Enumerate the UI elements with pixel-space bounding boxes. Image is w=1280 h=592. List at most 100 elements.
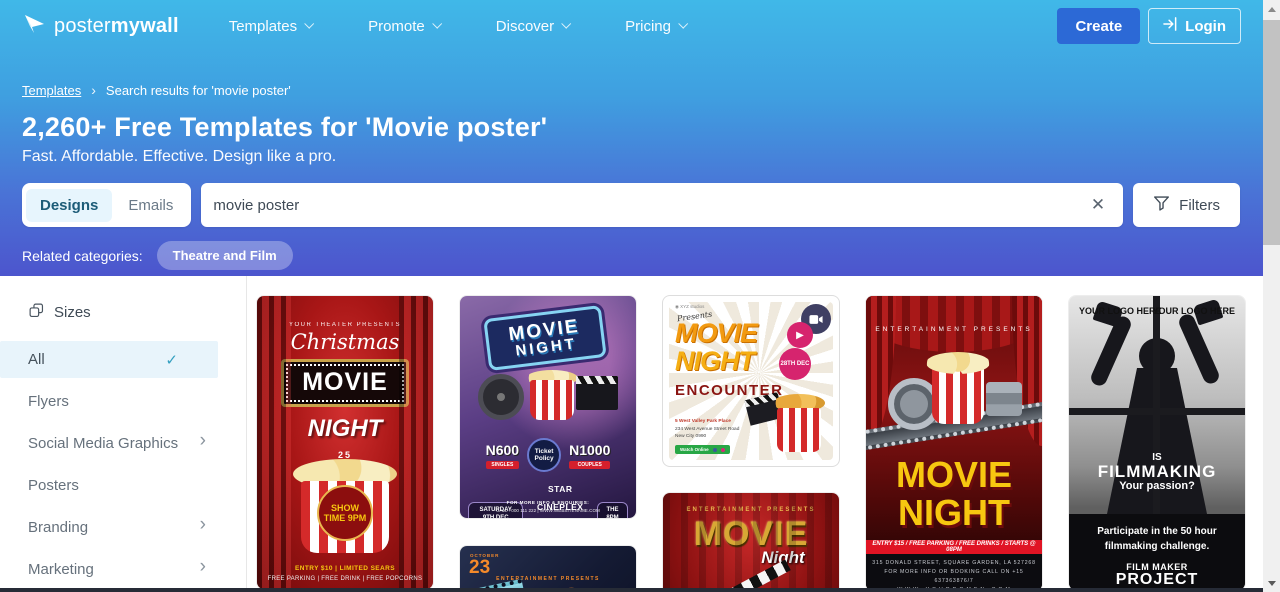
poster-price-singles: N600 — [486, 442, 519, 458]
tab-designs[interactable]: Designs — [26, 189, 112, 222]
grid-column-4: ENTERTAINMENT PRESENTS MOVIE NIGHT ENTRY… — [866, 296, 1042, 591]
chevron-right-icon: › — [200, 515, 206, 534]
sidebar-item-all[interactable]: All ✓ — [0, 341, 218, 378]
chevron-right-icon: › — [200, 431, 206, 450]
poster-studio-logo: ◉ XYZ studios — [675, 304, 704, 310]
poster-presents-text: ENTERTAINMENT PRESENTS — [866, 326, 1042, 333]
poster-date-badge: 28TH DEC — [779, 348, 811, 380]
arrow-down-icon — [1268, 581, 1276, 586]
film-reel-decor — [478, 374, 524, 420]
clear-search-button[interactable]: ✕ — [1085, 191, 1111, 219]
chevron-down-icon — [678, 18, 688, 28]
page-title: 2,260+ Free Templates for 'Movie poster' — [22, 112, 547, 143]
results-area: Sizes All ✓ Flyers Social Media Graphics… — [0, 276, 1263, 592]
template-thumbnail-movie-night-encounter[interactable]: ◉ XYZ studios Presents MOVIE NIGHT ENCOU… — [663, 296, 839, 466]
breadcrumb-current: Search results for 'movie poster' — [106, 83, 291, 98]
nav-menu: Templates Promote Discover Pricing — [229, 18, 686, 35]
clapperboard-decor — [576, 376, 618, 410]
nav-item-pricing[interactable]: Pricing — [625, 18, 686, 35]
poster-logo-placeholder: YOUR LOGO HERE — [1152, 306, 1235, 316]
login-arrow-icon — [1163, 17, 1178, 35]
funnel-icon — [1153, 195, 1170, 215]
scroll-up-button[interactable] — [1263, 0, 1280, 18]
poster-prices-row: N600SINGLES Ticket Policy N1000COUPLES — [460, 438, 636, 472]
chevron-down-icon — [304, 18, 314, 28]
chevron-down-icon — [561, 18, 571, 28]
search-type-tabs: Designs Emails — [22, 183, 191, 227]
top-actions: Create Login — [1057, 8, 1241, 44]
poster-showtime-badge: SHOW TIME 9PM — [317, 485, 373, 541]
vertical-scrollbar[interactable] — [1263, 0, 1280, 592]
poster-presents-text: YOUR THEATER PRESENTS — [257, 322, 433, 328]
grid-column-1: YOUR THEATER PRESENTS Christmas MOVIE NI… — [257, 296, 433, 589]
nav-item-promote[interactable]: Promote — [368, 18, 440, 35]
poster-subtitle: NIGHT — [675, 346, 754, 377]
checkmark-icon: ✓ — [165, 351, 178, 369]
popcorn-bucket-decor — [932, 366, 984, 424]
bottom-divider — [0, 588, 1263, 592]
sidebar-header: Sizes — [28, 302, 246, 323]
arrow-up-icon — [1268, 7, 1276, 12]
page-subtitle: Fast. Affordable. Effective. Design like… — [22, 148, 336, 166]
sidebar-item-flyers[interactable]: Flyers — [0, 383, 246, 420]
template-thumbnail-christmas-movie-night[interactable]: YOUR THEATER PRESENTS Christmas MOVIE NI… — [257, 296, 433, 589]
template-thumbnail-filmmaking-project[interactable]: YOUR LOGO HERE YOUR LOGO HERE IS FILMMAK… — [1069, 296, 1245, 590]
poster-question-line2: FILMMAKING — [1069, 462, 1245, 482]
breadcrumb-separator: › — [91, 82, 96, 98]
sidebar-item-marketing[interactable]: Marketing › — [0, 551, 246, 588]
tab-emails[interactable]: Emails — [114, 189, 187, 222]
create-button[interactable]: Create — [1057, 8, 1140, 44]
breadcrumb: Templates › Search results for 'movie po… — [22, 82, 291, 98]
nav-item-templates[interactable]: Templates — [229, 18, 312, 35]
search-row: Designs Emails ✕ Filters — [22, 183, 1240, 227]
scrollbar-thumb[interactable] — [1263, 20, 1280, 245]
play-icon: ▶ — [787, 322, 813, 348]
marquee-sign-decor: MOVIE NIGHT — [483, 305, 606, 371]
scroll-down-button[interactable] — [1263, 574, 1280, 592]
popcorn-decor — [926, 352, 990, 374]
poster-footer: Participate in the 50 hourfilmmaking cha… — [1069, 514, 1245, 590]
sidebar-item-posters[interactable]: Posters — [0, 467, 246, 504]
popcorn-bucket-decor — [530, 380, 574, 420]
related-categories: Related categories: Theatre and Film — [22, 241, 293, 270]
poster-brand-line2: PROJECT — [1069, 571, 1245, 589]
poster-title: MOVIE — [866, 454, 1042, 496]
related-pill-theatre-and-film[interactable]: Theatre and Film — [157, 241, 293, 270]
poster-price-couples-label: COUPLES — [569, 461, 610, 469]
sidebar-item-branding[interactable]: Branding › — [0, 509, 246, 546]
poster-info-line: FOR MORE INFO & ENQUIRIES: — [460, 500, 636, 505]
hero-header: postermywall Templates Promote Discover … — [0, 0, 1263, 276]
film-cans-decor — [986, 382, 1022, 416]
poster-footer: 315 DONALD STREET, SQUARE GARDEN, LA 527… — [866, 554, 1042, 591]
popcorn-bucket-decor — [777, 408, 821, 452]
sidebar-item-social-media-graphics[interactable]: Social Media Graphics › — [0, 425, 246, 462]
poster-contact-line: CALL : 000 111 222 | WWW.WEBSITENAME.COM — [460, 508, 636, 513]
curtain-decor — [866, 296, 896, 446]
search-box: ✕ — [201, 183, 1123, 227]
poster-subtitle: NIGHT — [866, 492, 1042, 534]
poster-address: 5 West Valley Park Place 234 West Avenue… — [675, 418, 739, 440]
filters-button[interactable]: Filters — [1133, 183, 1240, 227]
poster-question-line3: Your passion? — [1069, 480, 1245, 492]
login-button[interactable]: Login — [1148, 8, 1241, 44]
template-thumbnail-halloween-movie[interactable]: OCTOBER 23 ENTERTAINMENT PRESENTS HALLOW… — [460, 546, 636, 592]
grid-column-5: YOUR LOGO HERE YOUR LOGO HERE IS FILMMAK… — [1069, 296, 1245, 590]
template-thumbnail-red-movie-night[interactable]: ENTERTAINMENT PRESENTS MOVIE Night — [663, 493, 839, 592]
poster-watch-online-badge: Watch Online — [675, 445, 730, 454]
poster-price-couples: N1000 — [569, 442, 610, 458]
template-thumbnail-movie-night-yellow[interactable]: ENTERTAINMENT PRESENTS MOVIE NIGHT ENTRY… — [866, 296, 1042, 591]
page: postermywall Templates Promote Discover … — [0, 0, 1263, 592]
brand-logo[interactable]: postermywall — [22, 12, 179, 41]
facebook-dot-icon — [713, 448, 717, 452]
paper-plane-icon — [22, 12, 46, 41]
instagram-dot-icon — [721, 448, 725, 452]
template-thumbnail-purple-movie-night[interactable]: MOVIE NIGHT N600SINGLES Ticket Policy N1… — [460, 296, 636, 518]
breadcrumb-templates-link[interactable]: Templates — [22, 83, 81, 98]
search-input[interactable] — [213, 197, 1085, 214]
brand-name: postermywall — [54, 15, 179, 38]
poster-ticket-policy: Ticket Policy — [527, 438, 561, 472]
window-frame-decor — [1069, 408, 1245, 415]
poster-title: MOVIE — [281, 359, 409, 407]
grid-column-3: ◉ XYZ studios Presents MOVIE NIGHT ENCOU… — [663, 296, 839, 592]
nav-item-discover[interactable]: Discover — [496, 18, 569, 35]
